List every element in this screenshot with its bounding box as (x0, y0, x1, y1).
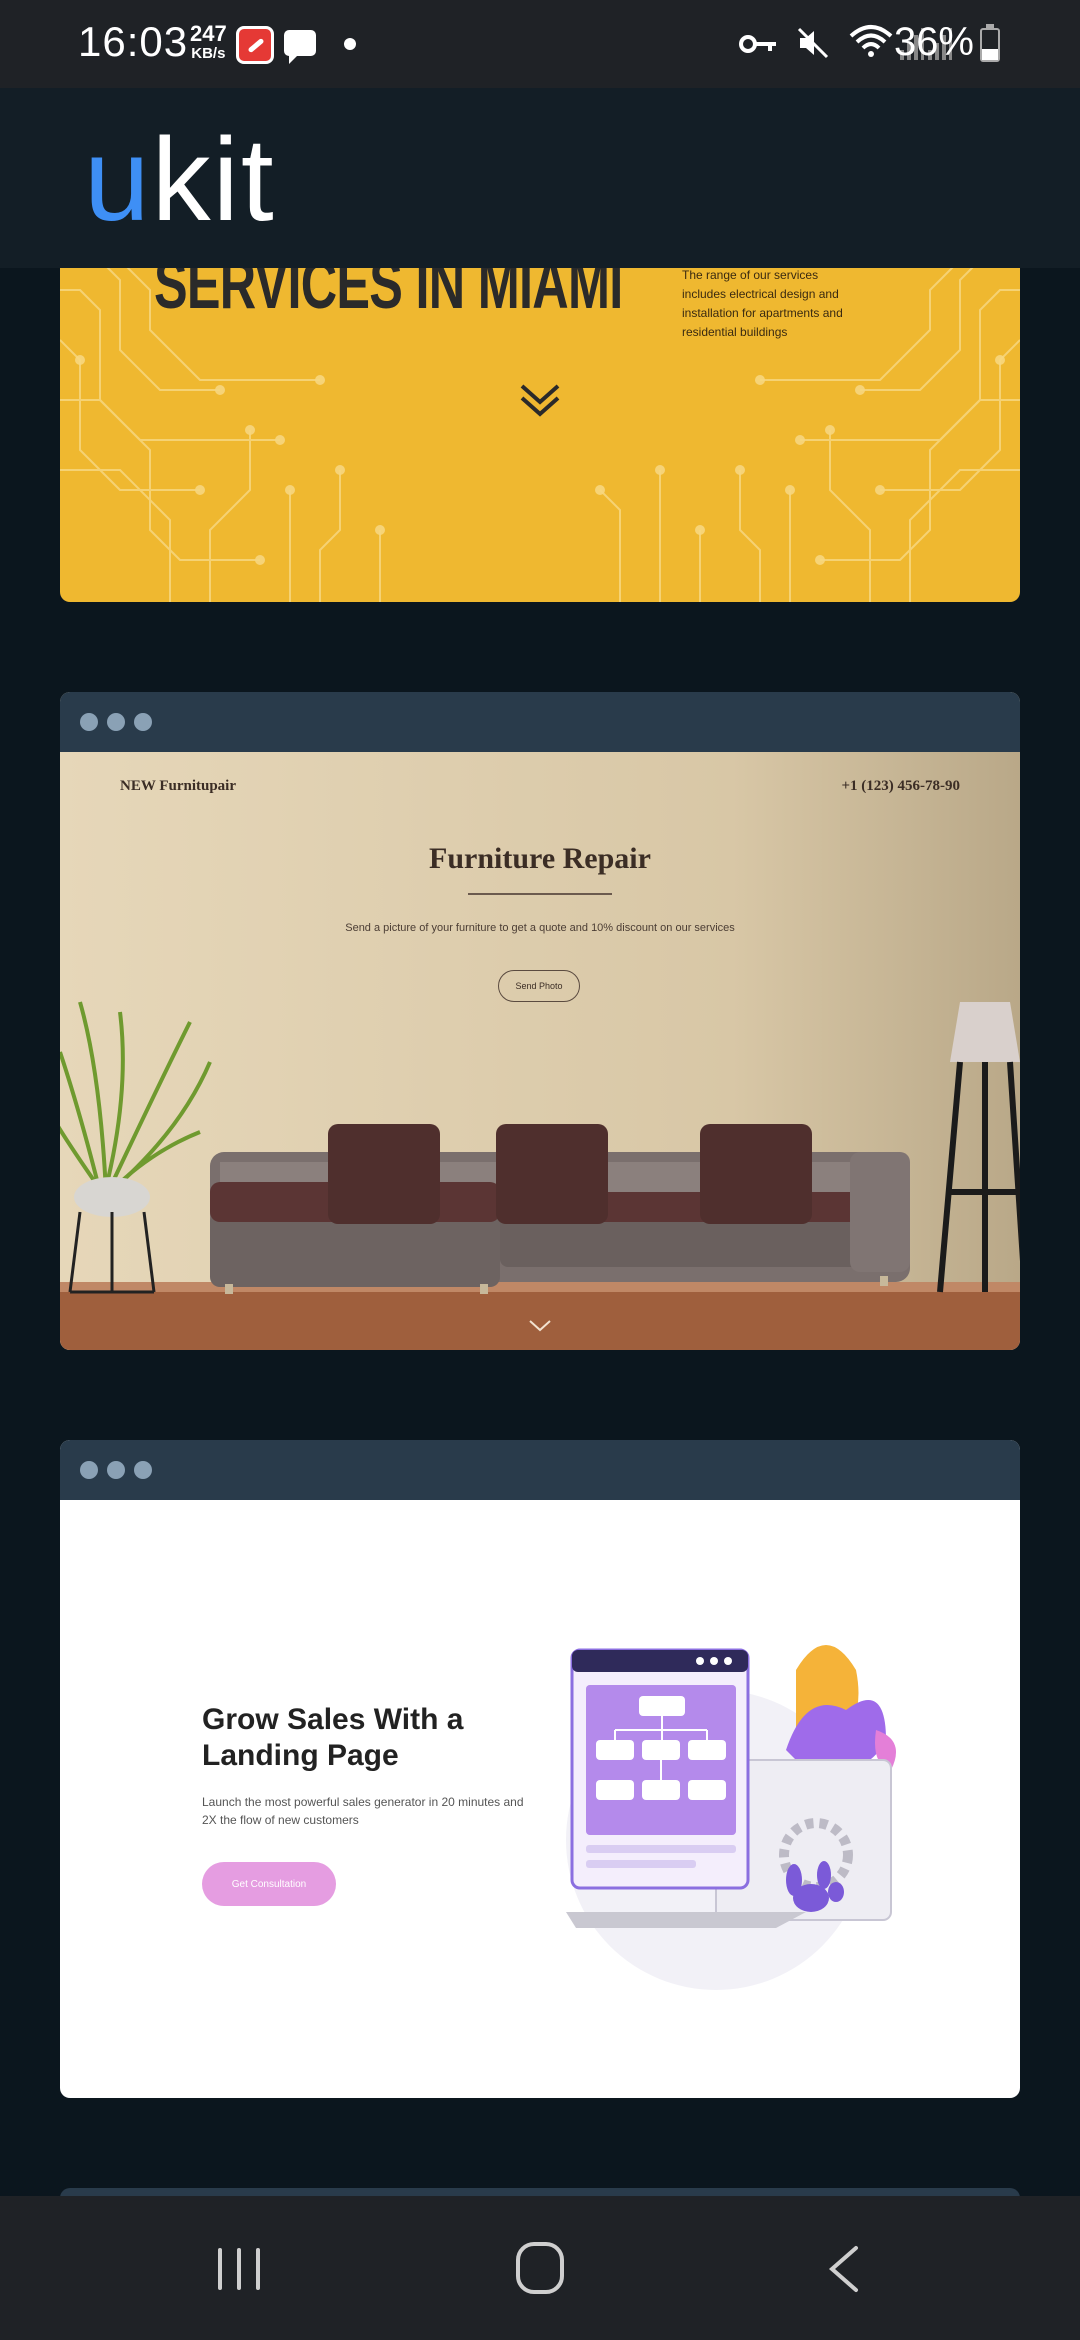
network-speed: 247 KB/s (190, 21, 227, 64)
double-chevron-down-icon (520, 384, 560, 417)
network-speed-value: 247 (190, 21, 227, 46)
status-bar: 16:03 247 KB/s 36% (0, 0, 1080, 88)
window-dot-icon (134, 1461, 152, 1479)
mute-icon (797, 27, 829, 59)
window-dot-icon (134, 713, 152, 731)
template-subtitle: Launch the most powerful sales generator… (202, 1795, 524, 1827)
network-speed-unit: KB/s (191, 45, 226, 62)
template-subtitle: Send a picture of your furniture to get … (345, 922, 735, 934)
battery-percent: 36% (893, 20, 974, 64)
message-icon (284, 30, 316, 64)
recent-apps-icon[interactable] (214, 2246, 264, 2292)
get-consultation-button[interactable]: Get Consultation (202, 1862, 336, 1906)
window-dot-icon (107, 1461, 125, 1479)
logo-text: kit (151, 114, 276, 246)
chevron-down-icon (529, 1320, 551, 1332)
battery-icon (980, 24, 1000, 62)
template-phone: +1 (123) 456-78-90 (841, 778, 960, 794)
app-notification-icon (236, 26, 274, 64)
template-title: Furniture Repair (429, 842, 651, 875)
template-card-electrical[interactable]: SERVICES IN MIAMI The range of our servi… (60, 230, 1020, 602)
browser-window-bar (60, 1440, 1020, 1500)
browser-window-bar (60, 692, 1020, 752)
window-dot-icon (107, 713, 125, 731)
wifi-icon (849, 25, 893, 57)
template-brand: NEW Furnitupair (120, 778, 236, 794)
template-card-furniture[interactable]: NEW Furnitupair +1 (123) 456-78-90 Furni… (60, 692, 1020, 1350)
landing-illustration (566, 1645, 896, 1990)
system-nav-bar (0, 2196, 1080, 2340)
title-underline (468, 893, 612, 895)
app-header: ukit (0, 88, 1080, 268)
ukit-logo[interactable]: ukit (84, 120, 276, 240)
template-description: The range of our services includes elect… (682, 268, 843, 339)
template-card-landing[interactable]: Grow Sales With a Landing Page Launch th… (60, 1440, 1020, 2098)
window-dot-icon (80, 1461, 98, 1479)
key-icon (739, 35, 776, 53)
send-photo-button[interactable]: Send Photo (498, 970, 580, 1002)
status-time: 16:03 (78, 18, 189, 65)
template-title: Grow Sales With a Landing Page (202, 1703, 464, 1772)
window-dot-icon (80, 713, 98, 731)
home-icon[interactable] (514, 2240, 566, 2296)
back-icon[interactable] (826, 2244, 860, 2294)
logo-accent-letter: u (84, 114, 152, 246)
more-notifications-dot-icon (344, 38, 356, 50)
